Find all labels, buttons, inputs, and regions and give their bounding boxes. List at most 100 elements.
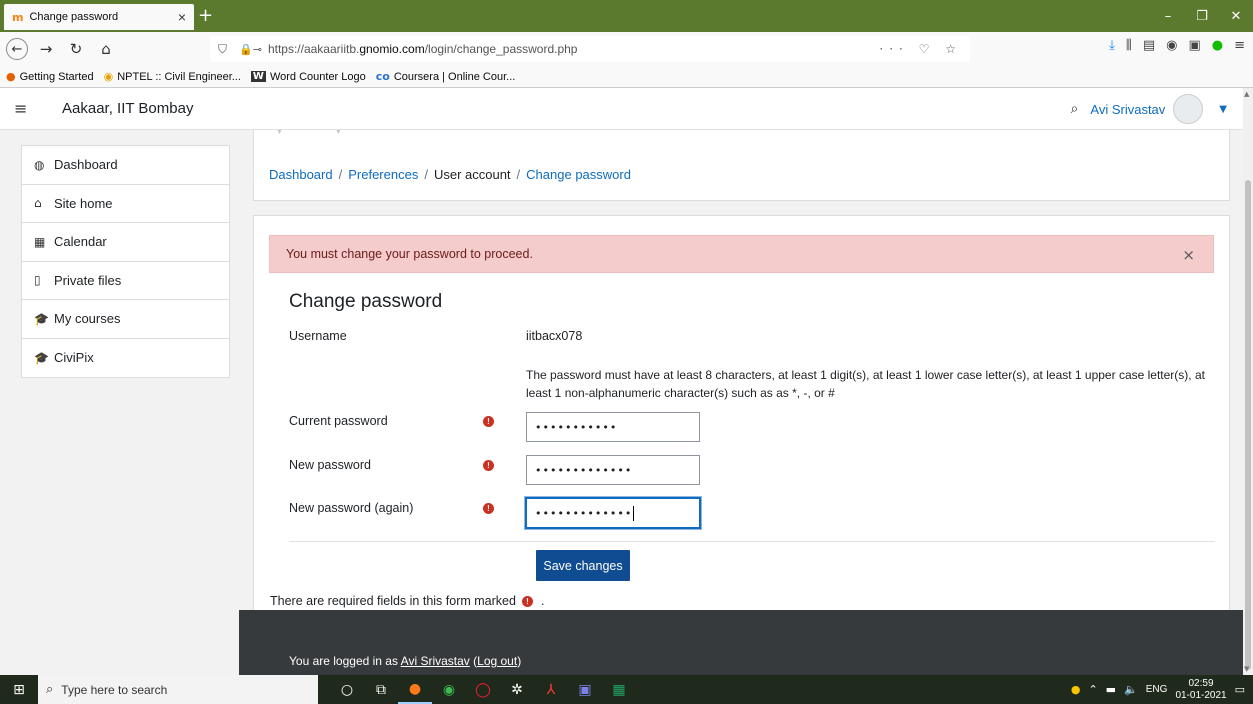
taskbar-search-box[interactable]: ⌕ Type here to search [38, 675, 318, 704]
clock[interactable]: 02:59 01-01-2021 [1175, 678, 1226, 702]
site-header: ≡ Aakaar, IIT Bombay ⌕ Avi Srivastav ▼ [0, 88, 1243, 130]
sidebar-item-site-home[interactable]: ⌂ Site home [22, 185, 229, 223]
moodle-favicon-icon: m [12, 10, 24, 24]
minimize-icon[interactable]: – [1151, 0, 1185, 32]
tracking-shield-icon[interactable]: ⛉ [218, 42, 227, 57]
sidebar-item-label: CiviPix [54, 350, 94, 366]
current-password-field[interactable]: ••••••••••• [526, 412, 700, 442]
reload-icon[interactable]: ↻ [64, 37, 88, 61]
back-arrow-icon[interactable]: ← [6, 38, 28, 60]
scroll-hint-icon: ▼▼ [276, 130, 394, 136]
sidebar-item-private-files[interactable]: ▯ Private files [22, 262, 229, 300]
taskbar-apps: ○ ⧉ ● ◉ ◯ ✲ ⅄ ▣ ▦ [330, 675, 636, 704]
scrollbar-thumb[interactable] [1245, 180, 1251, 670]
scroll-up-icon[interactable]: ▲ [1244, 90, 1249, 98]
text-cursor [633, 505, 635, 521]
download-icon[interactable]: ⤓ [1109, 38, 1115, 53]
new-password-again-field[interactable]: ••••••••••••• [525, 497, 701, 529]
sidebar-item-label: Calendar [54, 234, 107, 250]
extension-icon[interactable]: ▣ [1188, 38, 1200, 53]
breadcrumb-preferences[interactable]: Preferences [348, 167, 418, 182]
home-icon[interactable]: ⌂ [94, 37, 118, 61]
url-text[interactable]: https://aakaariitb.gnomio.com/login/chan… [268, 42, 879, 56]
sidebar-item-civipix[interactable]: 🎓 CiviPix [22, 339, 229, 378]
opera-taskbar-icon[interactable]: ◯ [466, 675, 500, 704]
clock-time: 02:59 [1188, 677, 1214, 689]
cortana-icon[interactable]: ○ [330, 675, 364, 704]
search-icon: ⌕ [46, 682, 54, 697]
menu-icon[interactable]: ≡ [1234, 38, 1245, 53]
breadcrumb-dashboard[interactable]: Dashboard [269, 167, 333, 182]
site-name[interactable]: Aakaar, IIT Bombay [62, 100, 193, 117]
task-view-icon[interactable]: ⧉ [364, 675, 398, 704]
firefox-taskbar-icon[interactable]: ● [398, 675, 432, 704]
sidebar-item-label: My courses [54, 311, 121, 327]
save-changes-button[interactable]: Save changes [536, 550, 630, 581]
tab-close-icon[interactable]: × [178, 9, 186, 25]
restore-icon[interactable]: ❐ [1185, 0, 1219, 32]
required-icon: ! [483, 460, 494, 471]
footer-user-link[interactable]: Avi Srivastav [401, 654, 470, 668]
password-policy: The password must have at least 8 charac… [526, 368, 1205, 400]
forward-arrow-icon[interactable]: → [34, 37, 58, 61]
coursera-icon: co [375, 70, 390, 83]
sidebar-item-label: Private files [54, 272, 122, 288]
sidebar-item-dashboard[interactable]: ◍ Dashboard [22, 146, 229, 185]
windows-start-icon[interactable]: ⊞ [0, 675, 38, 704]
page-header-card: ▼▼ Dashboard / Preferences / User accoun… [253, 130, 1230, 201]
word-icon: W [250, 71, 266, 82]
breadcrumb-separator: / [424, 167, 428, 182]
bookmark-coursera[interactable]: co Coursera | Online Cour... [376, 70, 516, 83]
new-tab-icon[interactable]: + [198, 5, 213, 26]
chrome-taskbar-icon[interactable]: ◉ [432, 675, 466, 704]
sidebar-toggle-icon[interactable]: ▤ [1143, 38, 1155, 53]
breadcrumb-change-password[interactable]: Change password [526, 167, 631, 182]
account-icon[interactable]: ◉ [1166, 38, 1177, 53]
teams-taskbar-icon[interactable]: ▣ [568, 675, 602, 704]
user-menu-name[interactable]: Avi Srivastav [1090, 102, 1165, 117]
settings-gear-icon[interactable]: ✲ [500, 675, 534, 704]
graduation-cap-icon: 🎓 [34, 311, 49, 326]
required-note-text: There are required fields in this form m… [270, 594, 516, 608]
bookmark-label: Word Counter Logo [269, 70, 366, 83]
chevron-down-icon[interactable]: ▼ [1219, 104, 1227, 115]
browser-tab-strip: m Change password × + – ❐ ✕ [0, 0, 1253, 32]
chevron-up-icon[interactable]: ⌃ [1088, 683, 1097, 696]
search-icon[interactable]: ⌕ [1071, 101, 1079, 117]
login-info-paren: ) [517, 654, 522, 668]
breadcrumb-separator: / [516, 167, 521, 182]
avatar[interactable] [1173, 94, 1204, 124]
new-password-field[interactable]: ••••••••••••• [526, 455, 700, 485]
bookmark-label: Coursera | Online Cour... [393, 70, 516, 83]
taskbar-search-placeholder: Type here to search [61, 682, 168, 697]
browser-tab[interactable]: m Change password × [4, 4, 194, 30]
grammarly-icon[interactable]: ● [1212, 38, 1223, 53]
sidebar-item-calendar[interactable]: ▦ Calendar [22, 223, 229, 262]
system-tray: ● ⌃ ▬ 🔈 ENG 02:59 01-01-2021 ▭ [1071, 675, 1245, 704]
url-bar[interactable]: ⛉ 🔒⊸ https://aakaariitb.gnomio.com/login… [210, 36, 970, 62]
acrobat-taskbar-icon[interactable]: ⅄ [534, 675, 568, 704]
close-window-icon[interactable]: ✕ [1219, 0, 1253, 32]
bookmark-nptel[interactable]: ◉ NPTEL :: Civil Engineer... [104, 70, 241, 83]
lock-icon[interactable]: 🔒⊸ [239, 43, 262, 56]
scroll-down-icon[interactable]: ▼ [1244, 665, 1249, 673]
help-icon[interactable]: ● [1071, 683, 1081, 696]
hamburger-menu-icon[interactable]: ≡ [14, 99, 30, 118]
library-icon[interactable]: ⫼ [1126, 38, 1132, 53]
volume-icon[interactable]: 🔈 [1124, 683, 1138, 696]
excel-taskbar-icon[interactable]: ▦ [602, 675, 636, 704]
page-actions-icon[interactable]: ··· ♡ ☆ [879, 42, 962, 56]
tab-title: Change password [29, 11, 119, 23]
new-password-again-label: New password (again) [289, 501, 414, 515]
sidebar-item-my-courses[interactable]: 🎓 My courses [22, 300, 229, 339]
language-indicator[interactable]: ENG [1146, 684, 1168, 695]
bookmark-getting-started[interactable]: ● Getting Started [6, 70, 94, 83]
page-scrollbar[interactable]: ▲ ▼ [1243, 88, 1253, 675]
alert-banner: You must change your password to proceed… [269, 235, 1214, 273]
logout-link[interactable]: Log out [477, 654, 517, 668]
close-icon[interactable]: × [1182, 246, 1195, 264]
notifications-icon[interactable]: ▭ [1235, 683, 1245, 696]
bookmark-label: Getting Started [19, 70, 94, 83]
bookmark-word-counter[interactable]: W Word Counter Logo [250, 70, 366, 83]
network-icon[interactable]: ▬ [1106, 683, 1116, 696]
